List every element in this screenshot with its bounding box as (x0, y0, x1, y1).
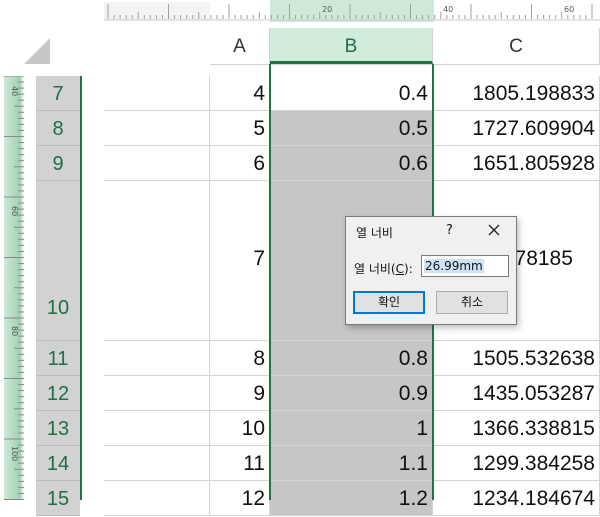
cell-b7[interactable]: 0.4 (270, 76, 433, 111)
cancel-button[interactable]: 취소 (436, 291, 508, 314)
ruler-label-40: 40 (443, 5, 453, 14)
column-width-label-accesskey: C (395, 262, 405, 276)
cell-a15[interactable]: 12 (210, 481, 270, 516)
cell-c7[interactable]: 1805.198833 (433, 76, 600, 111)
row-header-divider (80, 76, 82, 500)
ok-button[interactable]: 확인 (353, 291, 425, 314)
row-header-12[interactable]: 12 (36, 376, 80, 411)
blank-cell[interactable] (104, 411, 210, 446)
row-header-8[interactable]: 8 (36, 111, 80, 146)
close-icon[interactable] (486, 222, 502, 238)
cell-c9[interactable]: 1651.805928 (433, 146, 600, 181)
row-header-11[interactable]: 11 (36, 341, 80, 376)
ruler-label-20: 20 (322, 5, 332, 14)
cell-b13[interactable]: 1 (270, 411, 433, 446)
vertical-ruler: 40 60 80 100 (4, 76, 24, 500)
cell-a10[interactable]: 7 (210, 181, 270, 341)
blank-cell[interactable] (104, 181, 210, 341)
select-all-triangle-icon[interactable] (24, 38, 50, 64)
cell-c13[interactable]: 1366.338815 (433, 411, 600, 446)
column-width-label-suffix: ): (404, 262, 413, 276)
column-b-selection-border-left (269, 64, 271, 500)
cell-b12[interactable]: 0.9 (270, 376, 433, 411)
blank-cell[interactable] (104, 481, 210, 516)
cell-b15[interactable]: 1.2 (270, 481, 433, 516)
blank-cell[interactable] (104, 446, 210, 481)
cell-a9[interactable]: 6 (210, 146, 270, 181)
cell-c14[interactable]: 1299.384258 (433, 446, 600, 481)
cell-a7[interactable]: 4 (210, 76, 270, 111)
cell-b11[interactable]: 0.8 (270, 341, 433, 376)
column-width-label: 열 너비(C): (354, 260, 413, 277)
row-header-13[interactable]: 13 (36, 411, 80, 446)
column-header-c[interactable]: C (433, 28, 600, 64)
column-width-input-value[interactable]: 26.99mm (424, 259, 484, 273)
row-header-10[interactable]: 10 (36, 181, 80, 341)
cell-a11[interactable]: 8 (210, 341, 270, 376)
row-header-14[interactable]: 14 (36, 446, 80, 481)
ruler-label-60: 60 (564, 5, 574, 14)
row-header-15[interactable]: 15 (36, 481, 80, 516)
vruler-label-100: 100 (10, 446, 19, 461)
blank-cell[interactable] (104, 76, 210, 111)
column-width-dialog: 열 너비 ? 열 너비(C): 26.99mm 확인 취소 (345, 216, 517, 325)
horizontal-ruler: 20 40 60 (104, 0, 600, 22)
vruler-label-60: 60 (10, 206, 19, 216)
row-header-9[interactable]: 9 (36, 146, 80, 181)
blank-cell[interactable] (104, 376, 210, 411)
cell-b8[interactable]: 0.5 (270, 111, 433, 146)
column-header-a[interactable]: A (210, 28, 270, 64)
select-all-corner[interactable] (0, 28, 210, 76)
blank-cell[interactable] (104, 341, 210, 376)
cell-b9[interactable]: 0.6 (270, 146, 433, 181)
column-header-b[interactable]: B (270, 28, 433, 64)
cell-c12[interactable]: 1435.053287 (433, 376, 600, 411)
vruler-label-80: 80 (10, 326, 19, 336)
cell-a13[interactable]: 10 (210, 411, 270, 446)
cell-c15[interactable]: 1234.184674 (433, 481, 600, 516)
dialog-title: 열 너비 (356, 226, 393, 240)
column-width-label-prefix: 열 너비( (354, 262, 396, 276)
cell-c11[interactable]: 1505.532638 (433, 341, 600, 376)
cell-b14[interactable]: 1.1 (270, 446, 433, 481)
blank-cell[interactable] (104, 146, 210, 181)
blank-cell[interactable] (104, 111, 210, 146)
cell-a8[interactable]: 5 (210, 111, 270, 146)
help-button[interactable]: ? (446, 223, 453, 238)
row-header-bar: 7 8 9 10 11 12 13 14 15 (36, 76, 82, 516)
cell-c8[interactable]: 1727.609904 (433, 111, 600, 146)
cell-a14[interactable]: 11 (210, 446, 270, 481)
row-header-7[interactable]: 7 (36, 76, 80, 111)
column-header-bar: A B C (210, 28, 600, 65)
cell-a12[interactable]: 9 (210, 376, 270, 411)
top-ruler-area: 20 40 60 (0, 0, 600, 28)
vruler-label-40: 40 (10, 86, 19, 96)
